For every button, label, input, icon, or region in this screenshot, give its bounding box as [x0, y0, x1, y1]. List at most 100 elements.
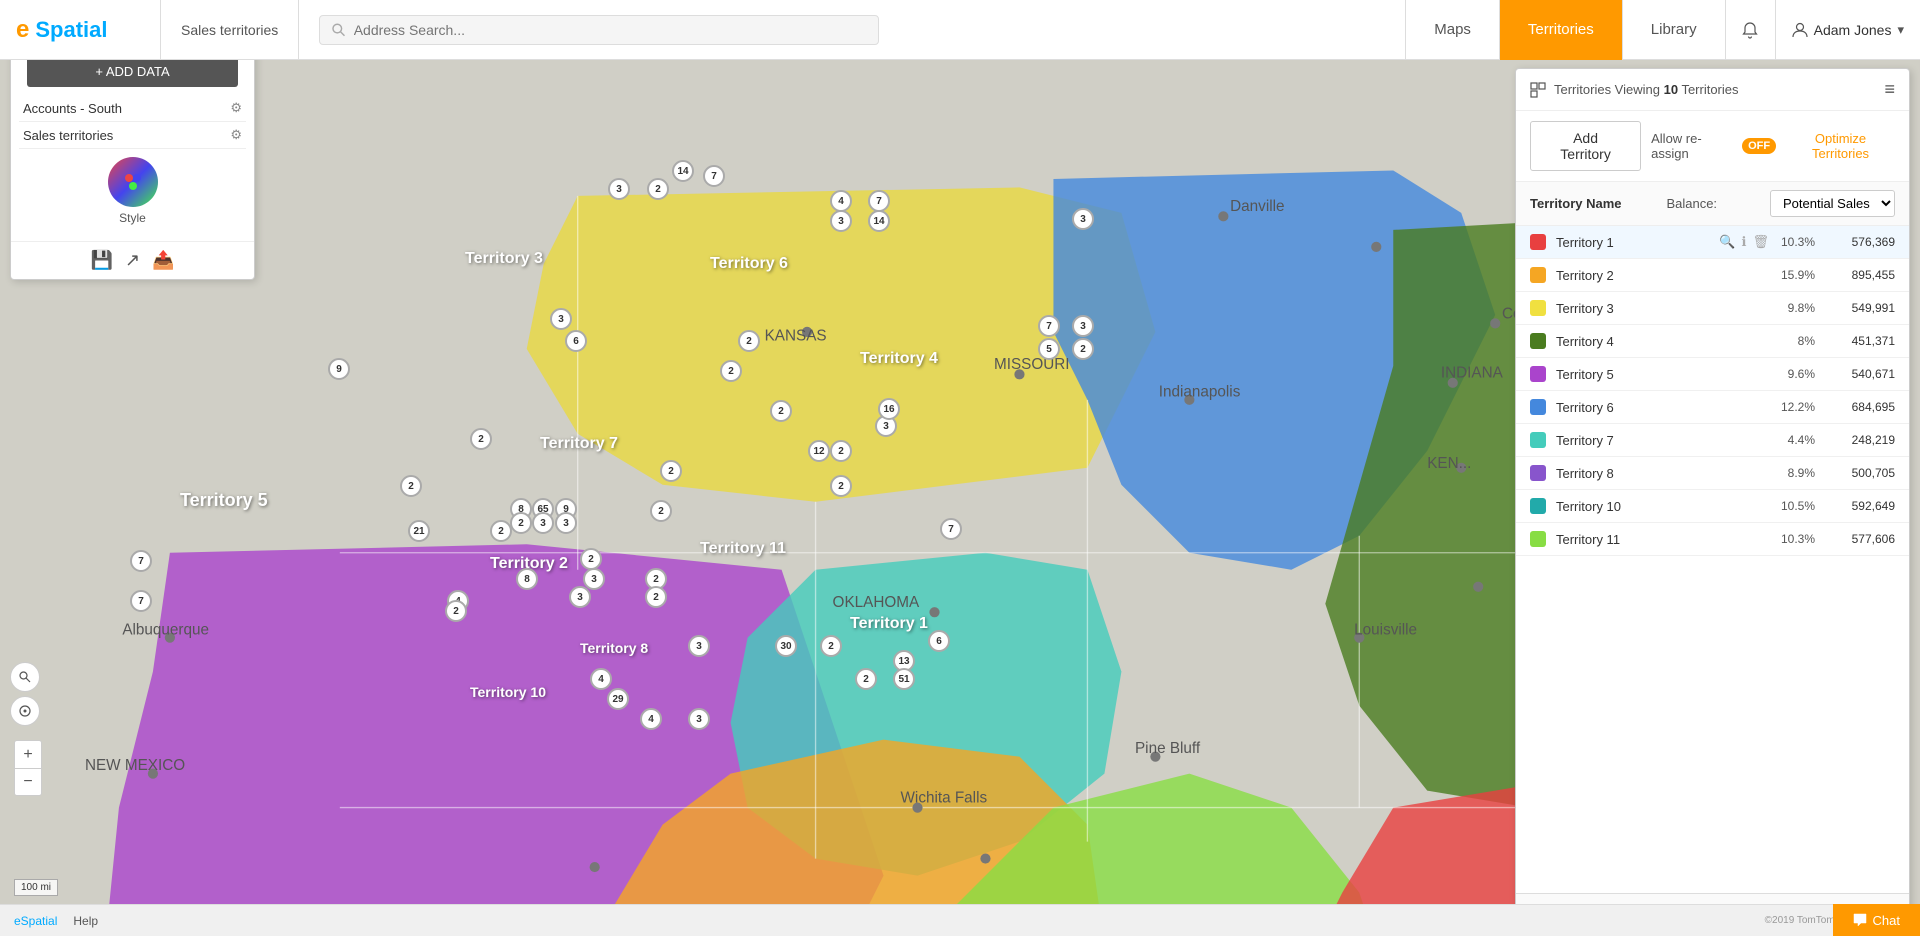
espatial-footer-link[interactable]: eSpatial — [14, 914, 57, 928]
export-icon[interactable]: 📤 — [152, 250, 174, 271]
zoom-controls: + − — [14, 740, 42, 796]
territory-percent: 10.3% — [1777, 532, 1815, 546]
add-data-button[interactable]: + ADD DATA — [27, 56, 238, 87]
territory-name: Territory 6 — [1556, 400, 1777, 415]
territory-name-col-label: Territory Name — [1530, 196, 1622, 211]
territory-name: Territory 8 — [1556, 466, 1777, 481]
svg-text:Danville: Danville — [1230, 198, 1284, 215]
territory-row-7[interactable]: Territory 8 8.9% 500,705 — [1516, 457, 1909, 490]
layer-accounts-south: Accounts - South ⚙ — [19, 95, 246, 122]
style-icon[interactable] — [108, 157, 158, 207]
header: eSpatial Sales territories Maps Territor… — [0, 0, 1920, 60]
style-area: Style — [19, 149, 246, 233]
chat-label: Chat — [1873, 913, 1900, 928]
toggle-button[interactable]: OFF — [1742, 138, 1776, 154]
layer-sales-territories: Sales territories ⚙ — [19, 122, 246, 149]
user-menu-button[interactable]: Adam Jones ▾ — [1775, 0, 1920, 60]
territory-percent: 9.8% — [1777, 301, 1815, 315]
svg-text:MISSOURI: MISSOURI — [994, 356, 1070, 373]
delete-action-icon[interactable]: 🗑 — [1752, 234, 1769, 250]
territory-value: 577,606 — [1825, 532, 1895, 546]
territory-color-swatch — [1530, 366, 1546, 382]
territory-percent: 15.9% — [1777, 268, 1815, 282]
zoom-out-button[interactable]: − — [14, 768, 42, 796]
territories-nav-button[interactable]: Territories — [1499, 0, 1622, 60]
svg-text:NEW MEXICO: NEW MEXICO — [85, 757, 185, 774]
territory-row-9[interactable]: Territory 11 10.3% 577,606 — [1516, 523, 1909, 556]
territory-actions: 🔍 ℹ 🗑 — [1719, 234, 1769, 250]
viewing-count: 10 — [1664, 82, 1678, 97]
allow-reassign-toggle: Allow re-assign OFF — [1651, 131, 1776, 161]
territory-value: 549,991 — [1825, 301, 1895, 315]
territory-row-3[interactable]: Territory 4 8% 451,371 — [1516, 325, 1909, 358]
territory-row-4[interactable]: Territory 5 9.6% 540,671 — [1516, 358, 1909, 391]
territory-name: Territory 10 — [1556, 499, 1777, 514]
share-icon[interactable]: ↗ — [125, 250, 140, 271]
logo: eSpatial — [0, 16, 160, 44]
territory-name: Territory 11 — [1556, 532, 1777, 547]
add-territory-button[interactable]: Add Territory — [1530, 121, 1641, 171]
territory-row-2[interactable]: Territory 3 9.8% 549,991 — [1516, 292, 1909, 325]
balance-select[interactable]: Potential Sales — [1770, 190, 1895, 217]
style-label: Style — [119, 211, 146, 225]
zoom-cluster — [10, 662, 40, 726]
maps-nav-button[interactable]: Maps — [1405, 0, 1499, 60]
user-icon — [1792, 22, 1808, 38]
help-link[interactable]: Help — [73, 914, 98, 928]
svg-text:KEN...: KEN... — [1427, 455, 1471, 472]
layer1-settings-icon[interactable]: ⚙ — [230, 100, 242, 116]
territory-value: 592,649 — [1825, 499, 1895, 513]
territory-row-8[interactable]: Territory 10 10.5% 592,649 — [1516, 490, 1909, 523]
territory-color-swatch — [1530, 432, 1546, 448]
territory-color-swatch — [1530, 498, 1546, 514]
logo-e: e — [16, 16, 29, 44]
zoom-search-button[interactable] — [10, 662, 40, 692]
territory-value: 540,671 — [1825, 367, 1895, 381]
cp-footer: 💾 ↗ 📤 — [11, 241, 254, 279]
territory-color-swatch — [1530, 333, 1546, 349]
scale-bar: 100 mi — [14, 879, 58, 896]
notification-button[interactable] — [1725, 0, 1775, 60]
zoom-action-icon[interactable]: 🔍 — [1719, 234, 1735, 250]
svg-text:Albuquerque: Albuquerque — [122, 621, 209, 638]
svg-text:KANSAS: KANSAS — [765, 327, 827, 344]
territory-name: Territory 4 — [1556, 334, 1777, 349]
search-box[interactable] — [319, 15, 879, 45]
style-palette-icon — [121, 170, 145, 194]
territory-percent: 4.4% — [1777, 433, 1815, 447]
layer2-settings-icon[interactable]: ⚙ — [230, 127, 242, 143]
svg-text:OKLAHOMA: OKLAHOMA — [833, 594, 920, 611]
territory-row-6[interactable]: Territory 7 4.4% 248,219 — [1516, 424, 1909, 457]
search-input[interactable] — [354, 22, 867, 38]
territory-color-swatch — [1530, 399, 1546, 415]
chat-button[interactable]: Chat — [1833, 904, 1920, 936]
save-icon[interactable]: 💾 — [91, 250, 113, 271]
territory-row-0[interactable]: Territory 1 🔍 ℹ 🗑 10.3% 576,369 — [1516, 226, 1909, 259]
territory-value: 248,219 — [1825, 433, 1895, 447]
header-right: Maps Territories Library Adam Jones ▾ — [1405, 0, 1920, 60]
layer1-name: Accounts - South — [23, 101, 122, 116]
cp-body: + ADD DATA Accounts - South ⚙ Sales terr… — [11, 44, 254, 241]
panel-menu-button[interactable]: ≡ — [1884, 79, 1895, 100]
library-nav-button[interactable]: Library — [1622, 0, 1725, 60]
territory-value: 684,695 — [1825, 400, 1895, 414]
territory-row-1[interactable]: Territory 2 15.9% 895,455 — [1516, 259, 1909, 292]
rp-viewing-text: Territories Viewing 10 Territories — [1554, 82, 1739, 97]
territory-percent: 9.6% — [1777, 367, 1815, 381]
balance-label: Balance: — [1666, 196, 1717, 211]
territory-color-swatch — [1530, 267, 1546, 283]
user-name: Adam Jones — [1814, 22, 1892, 38]
info-action-icon[interactable]: ℹ — [1742, 234, 1747, 250]
rp-top-bar: Territories Viewing 10 Territories ≡ — [1516, 69, 1909, 111]
scale-label: 100 mi — [21, 882, 51, 893]
compass-button[interactable] — [10, 696, 40, 726]
bottom-left: eSpatial Help — [14, 914, 98, 928]
zoom-in-button[interactable]: + — [14, 740, 42, 768]
territory-row-5[interactable]: Territory 6 12.2% 684,695 — [1516, 391, 1909, 424]
viewing-prefix: Territories Viewing — [1554, 82, 1664, 97]
optimize-territories-button[interactable]: Optimize Territories — [1786, 131, 1895, 161]
app-title: Sales territories — [160, 0, 299, 60]
compass-icon — [19, 705, 31, 717]
allow-reassign-label: Allow re-assign — [1651, 131, 1736, 161]
territory-name: Territory 2 — [1556, 268, 1777, 283]
